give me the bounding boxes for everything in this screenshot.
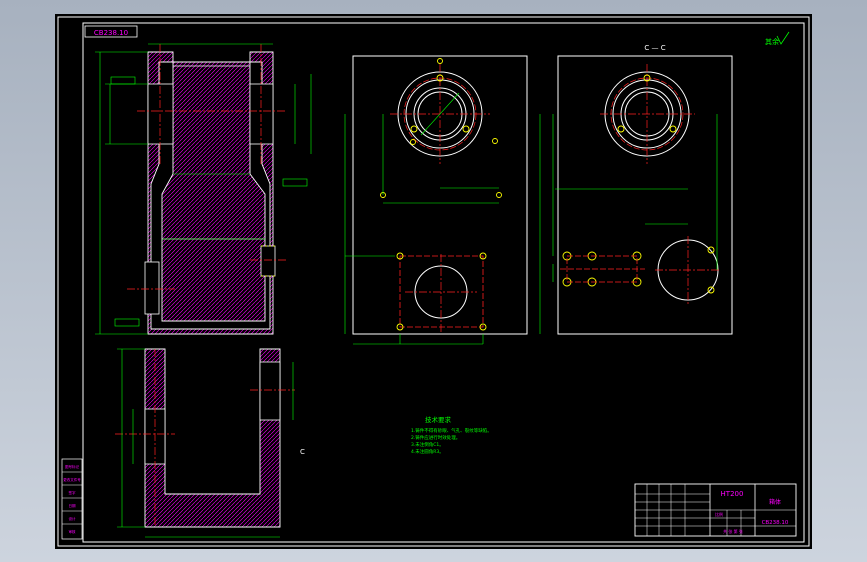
strip-label: 日期 bbox=[69, 503, 76, 508]
drawing-sheet: CB238.10 其余 C C — C 技术要求 1.铸件不得有砂眼、气孔、裂纹… bbox=[55, 14, 812, 549]
tech-req-line: 1.铸件不得有砂眼、气孔、裂纹等缺陷。 bbox=[411, 427, 492, 434]
title-scale-label: 比例 bbox=[715, 511, 723, 517]
strip-label: 图号标记 bbox=[65, 464, 79, 469]
main-section-view bbox=[95, 43, 312, 335]
tech-req-line: 4.未注圆角R3。 bbox=[411, 448, 444, 455]
cad-viewport: CB238.10 其余 C C — C 技术要求 1.铸件不得有砂眼、气孔、裂纹… bbox=[0, 0, 867, 562]
revision-strip: 图号标记 更改文件号 签字 日期 设计 审核 bbox=[61, 458, 83, 540]
section-label: C — C bbox=[644, 44, 665, 52]
tech-req-title: 技术要求 bbox=[425, 415, 452, 424]
lower-section-view bbox=[115, 348, 295, 538]
strip-label: 更改文件号 bbox=[63, 477, 81, 482]
section-mark-c: C bbox=[300, 448, 305, 456]
title-block: HT200 箱体 CB238.10 比例 共 张 第 张 bbox=[634, 483, 797, 537]
side-view bbox=[539, 55, 733, 335]
strip-label: 签字 bbox=[69, 490, 76, 495]
title-material: HT200 bbox=[721, 490, 744, 498]
front-view bbox=[344, 55, 528, 345]
strip-label: 审核 bbox=[69, 529, 76, 534]
code-box-label: CB238.10 bbox=[94, 29, 128, 37]
title-part-name: 箱体 bbox=[769, 498, 781, 506]
tech-req-line: 3.未注倒角C1。 bbox=[411, 441, 444, 448]
technical-requirements: 技术要求 1.铸件不得有砂眼、气孔、裂纹等缺陷。 2.铸件应进行时效处理。 3.… bbox=[411, 415, 492, 455]
strip-label: 设计 bbox=[69, 516, 76, 521]
title-sheet-label: 共 张 第 张 bbox=[723, 528, 743, 534]
drawing-canvas: CB238.10 其余 C C — C 技术要求 1.铸件不得有砂眼、气孔、裂纹… bbox=[57, 16, 810, 547]
roughness-note: 其余 bbox=[765, 37, 779, 46]
tech-req-line: 2.铸件应进行时效处理。 bbox=[411, 434, 460, 441]
title-drawing-no: CB238.10 bbox=[762, 520, 789, 526]
